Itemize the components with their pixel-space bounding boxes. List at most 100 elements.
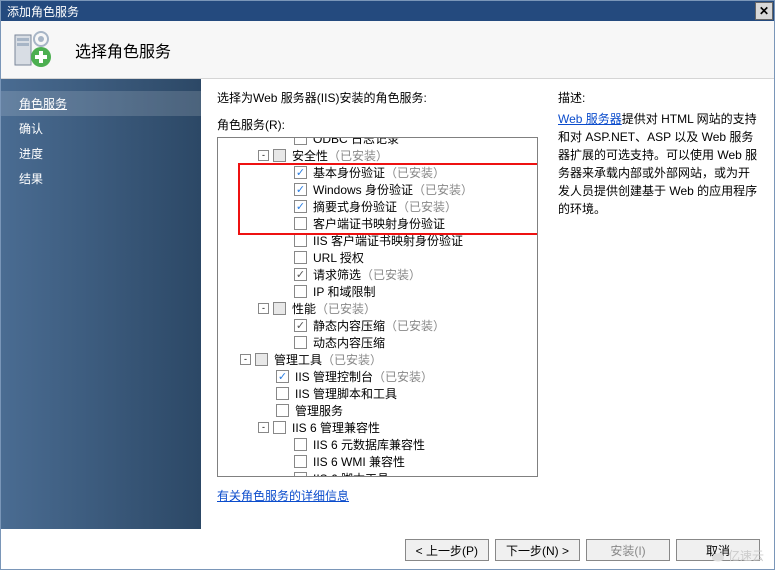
install-status: （已安装） bbox=[373, 368, 433, 385]
tree-label: IIS 6 元数据库兼容性 bbox=[313, 436, 425, 453]
watermark-text: 亿速云 bbox=[728, 547, 764, 564]
tree-label: 角色服务(R): bbox=[217, 116, 538, 133]
window-title: 添加角色服务 bbox=[7, 3, 79, 20]
tree-row[interactable]: Windows 身份验证 （已安装） bbox=[222, 181, 533, 198]
tree-label: 请求筛选 bbox=[313, 266, 361, 283]
page-title: 选择角色服务 bbox=[75, 38, 171, 62]
checkbox[interactable] bbox=[294, 438, 307, 451]
checkbox[interactable] bbox=[276, 370, 289, 383]
checkbox[interactable] bbox=[294, 183, 307, 196]
checkbox[interactable] bbox=[294, 336, 307, 349]
cloud-icon bbox=[711, 549, 725, 563]
checkbox[interactable] bbox=[273, 149, 286, 162]
tree-label: Windows 身份验证 bbox=[313, 181, 413, 198]
sidebar-item-link[interactable]: 角色服务 bbox=[19, 97, 67, 111]
tree-row[interactable]: IIS 6 WMI 兼容性 bbox=[222, 453, 533, 470]
install-button[interactable]: 安装(I) bbox=[586, 539, 670, 561]
checkbox[interactable] bbox=[294, 472, 307, 477]
checkbox[interactable] bbox=[255, 353, 268, 366]
tree-label: 静态内容压缩 bbox=[313, 317, 385, 334]
tree-label: IIS 管理脚本和工具 bbox=[295, 385, 397, 402]
tree-row[interactable]: 静态内容压缩 （已安装） bbox=[222, 317, 533, 334]
dialog-window: 添加角色服务 ✕ 选择角色服务 角色服务确认进度结果 选择为Web 服务器(II… bbox=[0, 0, 775, 570]
tree-row[interactable]: 摘要式身份验证 （已安装） bbox=[222, 198, 533, 215]
tree-row[interactable]: ODBC 日志记录 bbox=[222, 137, 533, 147]
tree-label: IIS 6 脚本工具 bbox=[313, 470, 389, 477]
tree-row[interactable]: 请求筛选 （已安装） bbox=[222, 266, 533, 283]
checkbox[interactable] bbox=[294, 166, 307, 179]
sidebar-item[interactable]: 结果 bbox=[1, 166, 201, 191]
checkbox[interactable] bbox=[294, 268, 307, 281]
description-text: Web 服务器提供对 HTML 网站的支持和对 ASP.NET、ASP 以及 W… bbox=[558, 110, 758, 218]
checkbox[interactable] bbox=[273, 302, 286, 315]
checkbox[interactable] bbox=[294, 137, 307, 145]
tree-row[interactable]: URL 授权 bbox=[222, 249, 533, 266]
tree-row[interactable]: - 性能 （已安装） bbox=[222, 300, 533, 317]
tree-row[interactable]: 客户端证书映射身份验证 bbox=[222, 215, 533, 232]
description-body: 提供对 HTML 网站的支持和对 ASP.NET、ASP 以及 Web 服务器扩… bbox=[558, 112, 757, 216]
tree-row[interactable]: IIS 管理控制台 （已安装） bbox=[222, 368, 533, 385]
titlebar[interactable]: 添加角色服务 ✕ bbox=[1, 1, 774, 21]
install-status: （已安装） bbox=[328, 147, 388, 164]
tree-row[interactable]: IIS 6 元数据库兼容性 bbox=[222, 436, 533, 453]
tree-row[interactable]: - 安全性 （已安装） bbox=[222, 147, 533, 164]
tree-label: 安全性 bbox=[292, 147, 328, 164]
checkbox[interactable] bbox=[276, 387, 289, 400]
wizard-buttons: < 上一步(P) 下一步(N) > 安装(I) 取消 bbox=[405, 539, 760, 561]
tree-label: 动态内容压缩 bbox=[313, 334, 385, 351]
tree-box[interactable]: ODBC 日志记录-安全性 （已安装）基本身份验证 （已安装）Windows 身… bbox=[217, 137, 538, 477]
tree-label: 客户端证书映射身份验证 bbox=[313, 215, 445, 232]
install-status: （已安装） bbox=[397, 198, 457, 215]
checkbox[interactable] bbox=[294, 251, 307, 264]
tree-row[interactable]: -管理工具 （已安装） bbox=[222, 351, 533, 368]
checkbox[interactable] bbox=[294, 285, 307, 298]
intro-text: 选择为Web 服务器(IIS)安装的角色服务: bbox=[217, 89, 538, 106]
tree-row[interactable]: IIS 客户端证书映射身份验证 bbox=[222, 232, 533, 249]
tree-label: URL 授权 bbox=[313, 249, 364, 266]
tree-label: 管理服务 bbox=[295, 402, 343, 419]
checkbox[interactable] bbox=[276, 404, 289, 417]
checkbox[interactable] bbox=[294, 217, 307, 230]
install-status: （已安装） bbox=[413, 181, 473, 198]
checkbox[interactable] bbox=[294, 319, 307, 332]
prev-button[interactable]: < 上一步(P) bbox=[405, 539, 489, 561]
tree-label: ODBC 日志记录 bbox=[313, 137, 399, 147]
expand-toggle[interactable]: - bbox=[258, 150, 269, 161]
checkbox[interactable] bbox=[294, 455, 307, 468]
tree-row[interactable]: IIS 6 脚本工具 bbox=[222, 470, 533, 477]
checkbox[interactable] bbox=[294, 200, 307, 213]
tree-label: IIS 管理控制台 bbox=[295, 368, 373, 385]
tree-label: 摘要式身份验证 bbox=[313, 198, 397, 215]
install-status: （已安装） bbox=[316, 300, 376, 317]
description-link[interactable]: Web 服务器 bbox=[558, 112, 622, 126]
expand-toggle[interactable]: - bbox=[258, 422, 269, 433]
expand-toggle[interactable]: - bbox=[240, 354, 251, 365]
more-info-link[interactable]: 有关角色服务的详细信息 bbox=[217, 489, 349, 503]
expand-toggle[interactable]: - bbox=[258, 303, 269, 314]
tree-row[interactable]: 动态内容压缩 bbox=[222, 334, 533, 351]
tree-row[interactable]: 管理服务 bbox=[222, 402, 533, 419]
sidebar-item[interactable]: 确认 bbox=[1, 116, 201, 141]
content: 选择为Web 服务器(IIS)安装的角色服务: 角色服务(R): ODBC 日志… bbox=[201, 79, 774, 529]
description-heading: 描述: bbox=[558, 89, 758, 106]
tree-label: IIS 客户端证书映射身份验证 bbox=[313, 232, 463, 249]
tree-label: 基本身份验证 bbox=[313, 164, 385, 181]
install-status: （已安装） bbox=[385, 164, 445, 181]
sidebar-item[interactable]: 角色服务 bbox=[1, 91, 201, 116]
checkbox[interactable] bbox=[273, 421, 286, 434]
tree-row[interactable]: IP 和域限制 bbox=[222, 283, 533, 300]
close-button[interactable]: ✕ bbox=[755, 2, 773, 20]
install-status: （已安装） bbox=[361, 266, 421, 283]
checkbox[interactable] bbox=[294, 234, 307, 247]
sidebar: 角色服务确认进度结果 bbox=[1, 79, 201, 529]
watermark: 亿速云 bbox=[711, 547, 764, 564]
tree-row[interactable]: -IIS 6 管理兼容性 bbox=[222, 419, 533, 436]
tree-label: 管理工具 bbox=[274, 351, 322, 368]
sidebar-item[interactable]: 进度 bbox=[1, 141, 201, 166]
tree-label: 性能 bbox=[292, 300, 316, 317]
tree-row[interactable]: IIS 管理脚本和工具 bbox=[222, 385, 533, 402]
next-button[interactable]: 下一步(N) > bbox=[495, 539, 580, 561]
tree-label: IIS 6 WMI 兼容性 bbox=[313, 453, 405, 470]
server-add-icon bbox=[11, 29, 53, 71]
tree-row[interactable]: 基本身份验证 （已安装） bbox=[222, 164, 533, 181]
